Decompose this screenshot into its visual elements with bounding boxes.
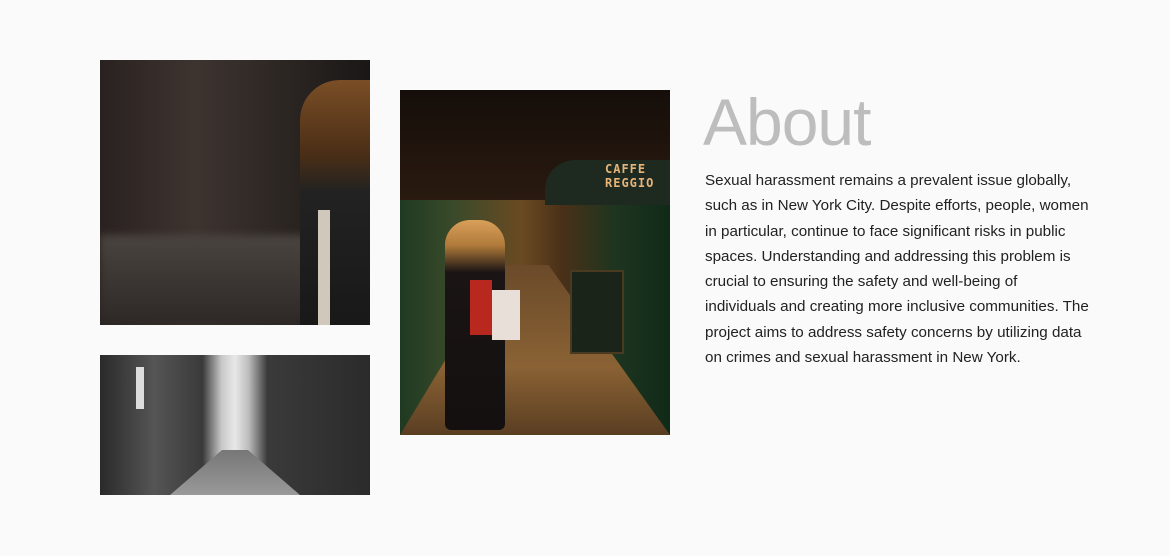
photo-woman-figure: [300, 80, 370, 325]
paragraph-line: crucial to ensuring the safety and well-…: [705, 273, 1018, 291]
photo-red-bag: [470, 280, 492, 335]
paragraph-line: individuals and creating more inclusive …: [705, 298, 1089, 316]
paragraph-line: project aims to address safety concerns …: [705, 323, 1082, 341]
cafe-sign-line: REGGIO: [605, 176, 655, 190]
paragraph-line: spaces. Understanding and addressing thi…: [705, 247, 1071, 265]
photo-street: [400, 265, 670, 435]
photo-chalkboard: [570, 270, 624, 354]
photo-white-bag: [492, 290, 520, 340]
photo-cobblestone: [170, 450, 300, 495]
about-paragraph: Sexual harassment remains a prevalent is…: [705, 168, 1125, 370]
photo-shirt: [318, 210, 330, 325]
photo-bw-alley: [100, 355, 370, 495]
paragraph-line: in particular, continue to face signific…: [705, 222, 1066, 240]
paragraph-line: on crimes and sexual harassment in New Y…: [705, 349, 1021, 367]
about-heading: About: [703, 85, 871, 159]
photo-floor: [100, 235, 310, 325]
photo-cafe-sign: CAFFE REGGIO: [605, 162, 654, 190]
cafe-sign-line: CAFFE: [605, 162, 647, 176]
photo-alley-sign: [136, 367, 144, 409]
paragraph-line: Sexual harassment remains a prevalent is…: [705, 172, 1072, 189]
photo-woman-in-alley: [100, 60, 370, 325]
paragraph-line: such as in New York City. Despite effort…: [705, 197, 1089, 215]
photo-night-street-cafe: CAFFE REGGIO: [400, 90, 670, 435]
